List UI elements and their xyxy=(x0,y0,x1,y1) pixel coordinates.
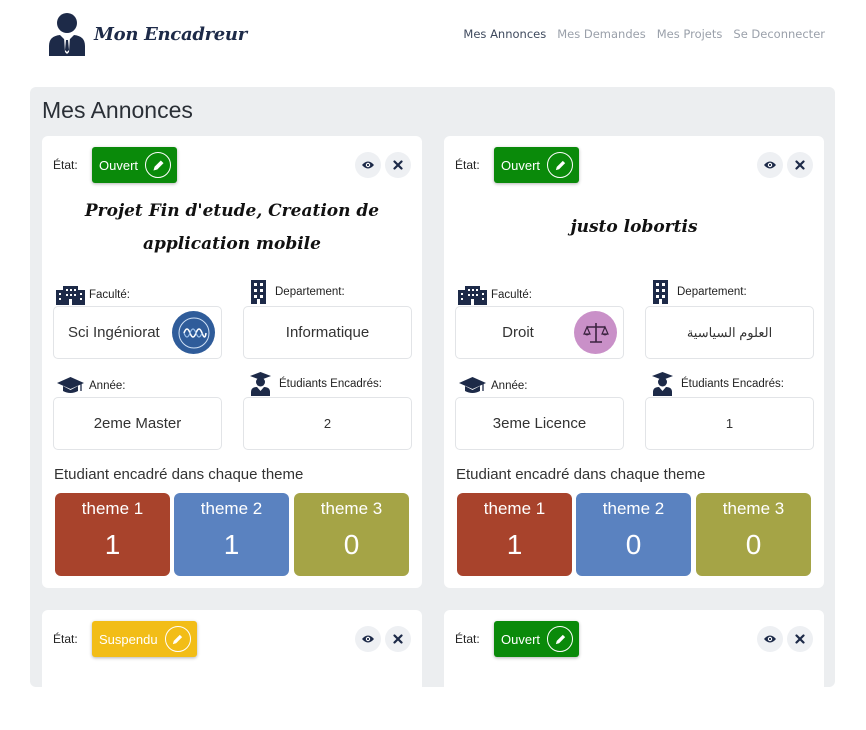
etudiants-label: Étudiants Encadrés: xyxy=(250,372,382,396)
status-text: Ouvert xyxy=(501,631,541,647)
pencil-icon[interactable] xyxy=(145,152,172,178)
office-building-icon xyxy=(251,280,266,304)
theme-tile[interactable]: theme 2 0 xyxy=(576,493,691,576)
departement-field: العلوم السياسية xyxy=(645,306,814,359)
theme-tile[interactable]: theme 3 0 xyxy=(294,493,409,576)
annonce-card: État: Ouvert justo lobortis Faculté: Dep… xyxy=(444,136,824,588)
graduation-cap-icon xyxy=(57,377,84,393)
brand-logo[interactable]: Mon Encadreur xyxy=(48,12,247,56)
status-badge[interactable]: Ouvert xyxy=(92,147,178,183)
status-text: Ouvert xyxy=(501,157,541,173)
graduation-cap-icon xyxy=(459,377,486,393)
delete-close-icon[interactable] xyxy=(787,626,813,652)
view-eye-icon[interactable] xyxy=(355,152,381,178)
view-eye-icon[interactable] xyxy=(355,626,381,652)
theme-count: 0 xyxy=(745,529,762,560)
departement-field: Informatique xyxy=(243,306,412,359)
delete-close-icon[interactable] xyxy=(385,626,411,652)
etudiants-value: 2 xyxy=(323,416,332,431)
status-badge[interactable]: Ouvert xyxy=(494,621,580,657)
theme-name: theme 2 xyxy=(200,499,263,518)
engineering-badge-icon xyxy=(172,311,215,354)
project-title: justo lobortis xyxy=(570,217,698,237)
student-graduate-icon xyxy=(652,372,673,396)
theme-count: 0 xyxy=(343,529,360,560)
etat-label: État: xyxy=(53,158,78,172)
theme-name: theme 1 xyxy=(483,499,546,518)
theme-name: theme 2 xyxy=(602,499,665,518)
annee-value: 2eme Master xyxy=(93,415,182,432)
themes-heading: Etudiant encadré dans chaque theme xyxy=(456,466,706,483)
theme-tile[interactable]: theme 1 1 xyxy=(55,493,170,576)
delete-close-icon[interactable] xyxy=(385,152,411,178)
etudiants-field: 2 xyxy=(243,397,412,450)
nav-mes-annonces[interactable]: Mes Annonces xyxy=(463,27,546,41)
nav-mes-projets[interactable]: Mes Projets xyxy=(657,27,723,41)
status-badge[interactable]: Ouvert xyxy=(494,147,580,183)
faculte-label: Faculté: xyxy=(458,284,532,305)
annonce-card: État: Ouvert xyxy=(444,610,824,730)
departement-label: Departement: xyxy=(652,280,747,304)
annonces-panel: Mes Annonces État: Ouvert Projet Fin d'e… xyxy=(30,87,835,730)
etudiants-label: Étudiants Encadrés: xyxy=(652,372,784,396)
brand-name: Mon Encadreur xyxy=(94,23,247,45)
view-eye-icon[interactable] xyxy=(757,626,783,652)
delete-close-icon[interactable] xyxy=(787,152,813,178)
student-graduate-icon xyxy=(250,372,271,396)
faculte-value: Droit xyxy=(502,324,534,341)
themes-heading: Etudiant encadré dans chaque theme xyxy=(54,466,304,483)
office-building-icon xyxy=(653,280,668,304)
faculte-field: Sci Ingéniorat xyxy=(53,306,222,359)
departement-value: العلوم السياسية xyxy=(686,324,773,340)
annee-label: Année: xyxy=(458,376,527,395)
main-nav: Mes Annonces Mes Demandes Mes Projets Se… xyxy=(463,27,825,41)
theme-count: 1 xyxy=(223,529,240,560)
theme-count: 0 xyxy=(625,529,642,560)
scales-of-justice-icon xyxy=(574,311,617,354)
faculte-field: Droit xyxy=(455,306,624,359)
etat-label: État: xyxy=(455,632,480,646)
faculte-label: Faculté: xyxy=(56,284,130,305)
theme-count: 1 xyxy=(104,529,121,560)
annee-value: 3eme Licence xyxy=(492,415,587,432)
theme-name: theme 3 xyxy=(320,499,383,518)
page-title: Mes Annonces xyxy=(42,97,193,123)
user-tie-icon xyxy=(49,13,85,56)
etudiants-value: 1 xyxy=(725,416,734,431)
departement-value: Informatique xyxy=(285,324,370,341)
annee-field: 3eme Licence xyxy=(455,397,624,450)
theme-tile[interactable]: theme 3 0 xyxy=(696,493,811,576)
nav-se-deconnecter[interactable]: Se Deconnecter xyxy=(733,27,825,41)
pencil-icon[interactable] xyxy=(547,152,574,178)
status-text: Suspendu xyxy=(99,631,158,647)
building-icon xyxy=(458,286,487,305)
theme-tile[interactable]: theme 2 1 xyxy=(174,493,289,576)
etudiants-field: 1 xyxy=(645,397,814,450)
theme-name: theme 3 xyxy=(722,499,785,518)
annee-label: Année: xyxy=(56,376,125,395)
annonce-card: État: Suspendu xyxy=(42,610,422,730)
theme-count: 1 xyxy=(506,529,523,560)
theme-tile[interactable]: theme 1 1 xyxy=(457,493,572,576)
top-navbar: Mon Encadreur Mes Annonces Mes Demandes … xyxy=(0,0,866,85)
theme-name: theme 1 xyxy=(81,499,144,518)
project-title: Projet Fin d'etude, Creation de applicat… xyxy=(84,201,380,254)
building-icon xyxy=(56,286,85,305)
nav-mes-demandes[interactable]: Mes Demandes xyxy=(557,27,645,41)
pencil-icon[interactable] xyxy=(547,626,574,652)
departement-label: Departement: xyxy=(250,280,345,304)
annonce-card: État: Ouvert Projet Fin d'etude, Creatio… xyxy=(42,136,422,588)
status-text: Ouvert xyxy=(99,157,139,173)
etat-label: État: xyxy=(455,158,480,172)
view-eye-icon[interactable] xyxy=(757,152,783,178)
annee-field: 2eme Master xyxy=(53,397,222,450)
etat-label: État: xyxy=(53,632,78,646)
pencil-icon[interactable] xyxy=(164,626,191,652)
faculte-value: Sci Ingéniorat xyxy=(68,324,160,341)
status-badge[interactable]: Suspendu xyxy=(92,621,197,657)
